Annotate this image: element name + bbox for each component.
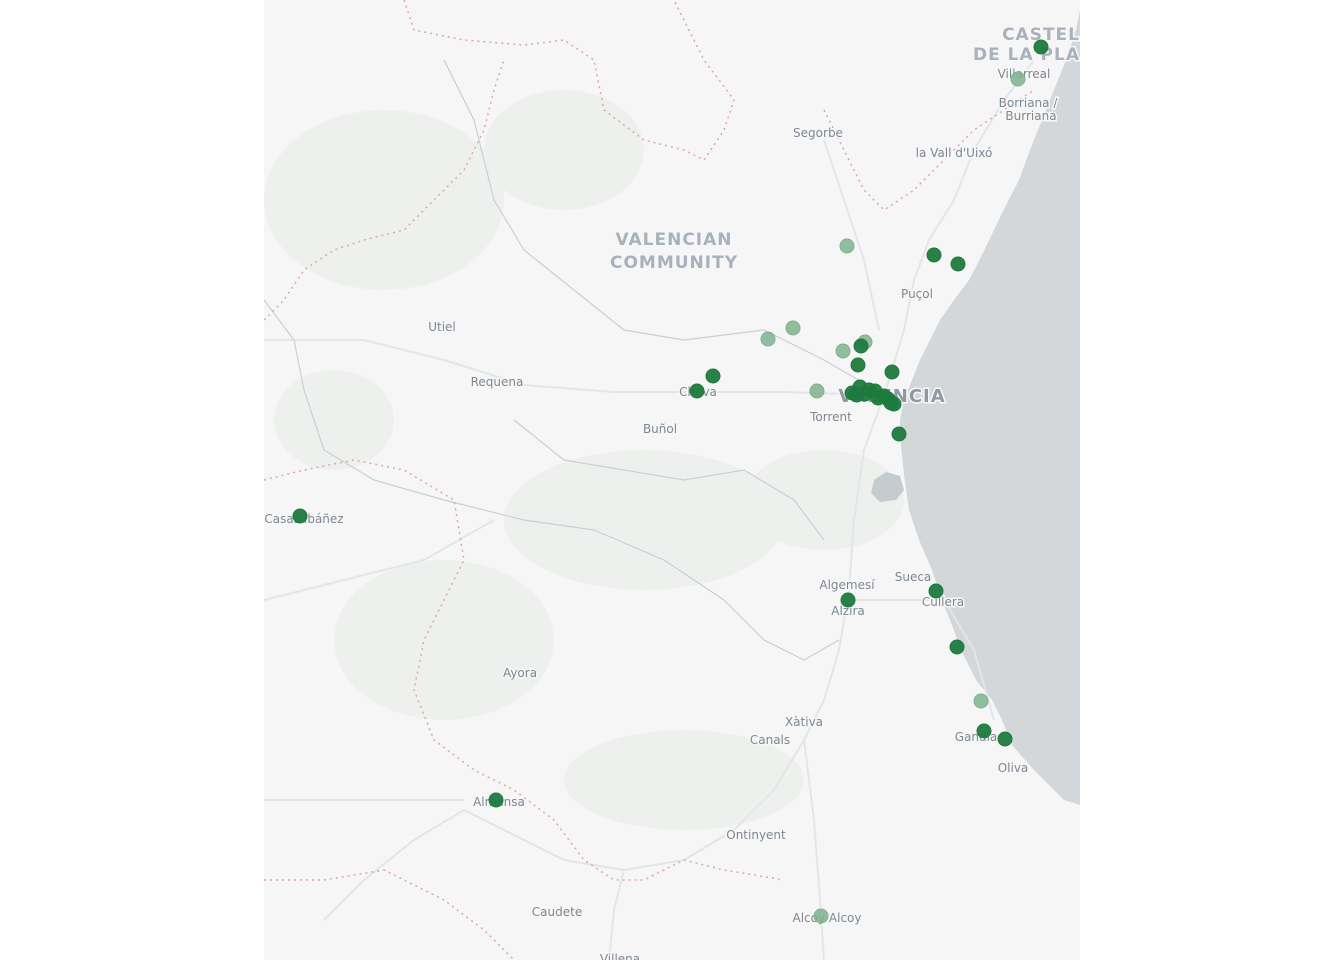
label-sueca: Sueca xyxy=(895,570,932,584)
label-ontinyent: Ontinyent xyxy=(726,828,786,842)
location-marker-faint[interactable] xyxy=(1010,71,1026,87)
label-torrent: Torrent xyxy=(809,410,852,424)
location-marker[interactable] xyxy=(950,256,966,272)
location-marker[interactable] xyxy=(705,368,721,384)
label-borriana-line1: Borriana / xyxy=(999,96,1059,110)
location-marker[interactable] xyxy=(886,396,902,412)
location-marker[interactable] xyxy=(844,385,860,401)
label-oliva: Oliva xyxy=(998,761,1029,775)
label-ayora: Ayora xyxy=(503,666,537,680)
label-borriana-line2: Burriana xyxy=(1005,109,1056,123)
label-pucol: Puçol xyxy=(901,287,933,301)
location-marker[interactable] xyxy=(928,583,944,599)
label-requena: Requena xyxy=(471,375,524,389)
location-marker-faint[interactable] xyxy=(835,343,851,359)
location-marker-faint[interactable] xyxy=(813,908,829,924)
location-marker[interactable] xyxy=(884,364,900,380)
location-marker[interactable] xyxy=(853,338,869,354)
location-marker-faint[interactable] xyxy=(809,383,825,399)
label-algemesi: Algemesí xyxy=(819,578,875,592)
label-caudete: Caudete xyxy=(532,905,582,919)
location-marker[interactable] xyxy=(850,357,866,373)
location-marker-faint[interactable] xyxy=(839,238,855,254)
location-marker[interactable] xyxy=(292,508,308,524)
label-utiel: Utiel xyxy=(428,320,456,334)
location-marker-faint[interactable] xyxy=(785,320,801,336)
label-region-line2: COMMUNITY xyxy=(610,253,738,273)
location-marker[interactable] xyxy=(1033,39,1049,55)
map-view[interactable]: VALENCIAN COMMUNITY CASTEL DE LA PLA VAL… xyxy=(264,0,1080,960)
label-vall-uixo: la Vall d'Uixó xyxy=(916,146,993,160)
location-marker[interactable] xyxy=(861,382,877,398)
location-marker[interactable] xyxy=(949,639,965,655)
label-cullera: Cullera xyxy=(922,595,964,609)
location-marker[interactable] xyxy=(997,731,1013,747)
label-xativa: Xàtiva xyxy=(785,715,823,729)
location-marker-faint[interactable] xyxy=(973,693,989,709)
map-canvas: VALENCIAN COMMUNITY CASTEL DE LA PLA VAL… xyxy=(264,0,1080,960)
location-marker[interactable] xyxy=(926,247,942,263)
location-marker[interactable] xyxy=(488,792,504,808)
label-castellon-line2: DE LA PLA xyxy=(973,45,1080,65)
label-canals: Canals xyxy=(750,733,790,747)
location-marker[interactable] xyxy=(840,592,856,608)
location-marker[interactable] xyxy=(891,426,907,442)
label-bunol: Buñol xyxy=(643,422,677,436)
label-region-line1: VALENCIAN xyxy=(615,230,732,250)
label-segorbe: Segorbe xyxy=(793,126,843,140)
location-marker-faint[interactable] xyxy=(760,331,776,347)
label-villena: Villena xyxy=(600,952,640,960)
location-marker[interactable] xyxy=(689,383,705,399)
location-marker[interactable] xyxy=(976,723,992,739)
